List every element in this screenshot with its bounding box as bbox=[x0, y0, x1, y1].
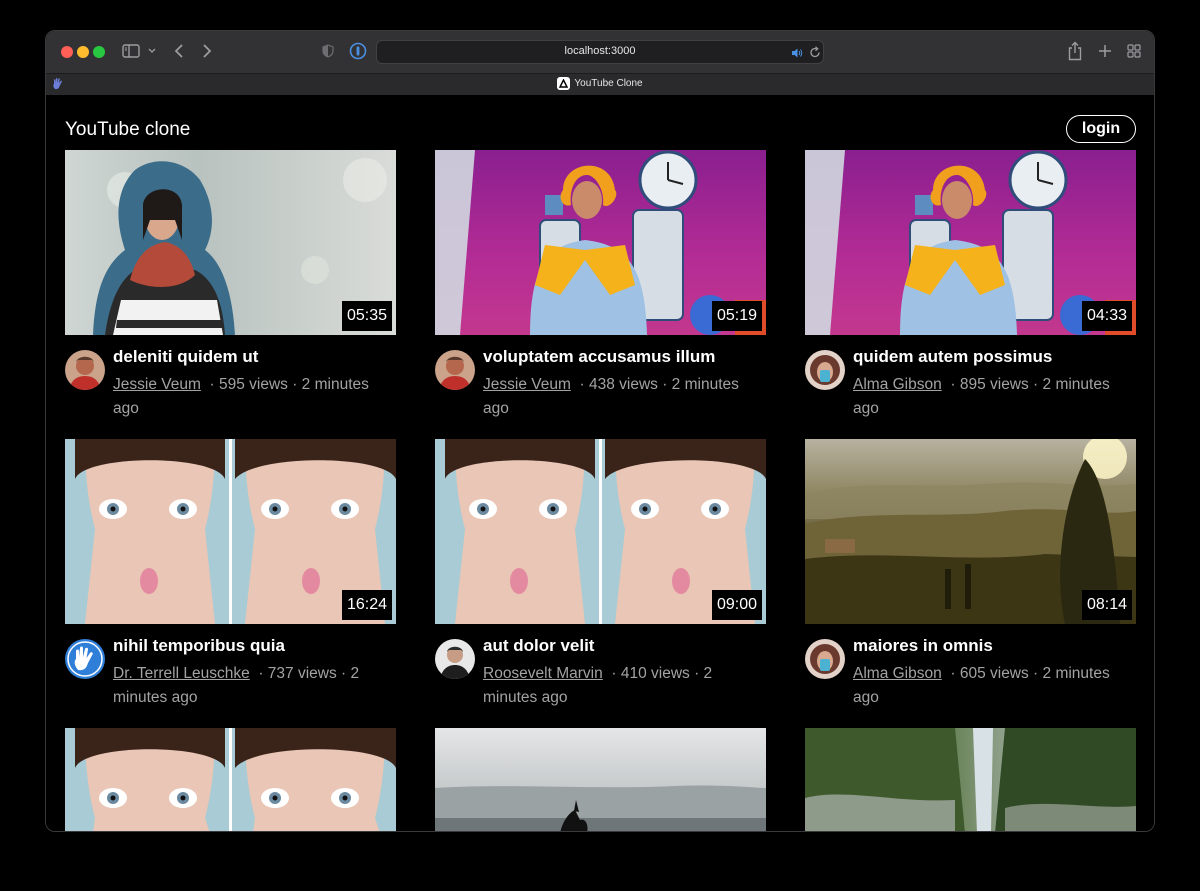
login-button[interactable]: login bbox=[1066, 115, 1136, 143]
channel-avatar[interactable] bbox=[805, 350, 845, 390]
video-card[interactable] bbox=[435, 728, 766, 831]
minimize-window-button[interactable] bbox=[77, 46, 89, 58]
video-meta: Jessie Veum · 438 views · 2 minutes ago bbox=[483, 373, 748, 421]
reload-icon[interactable] bbox=[809, 45, 821, 59]
video-meta: Roosevelt Marvin · 410 views · 2 minutes… bbox=[483, 662, 748, 710]
zoom-window-button[interactable] bbox=[93, 46, 105, 58]
channel-link[interactable]: Jessie Veum bbox=[483, 376, 571, 393]
video-card[interactable]: 08:14 maiores in omnis Alma Gibson · 605… bbox=[805, 439, 1136, 706]
video-title[interactable]: aut dolor velit bbox=[483, 636, 766, 656]
video-thumbnail[interactable]: 05:35 bbox=[65, 150, 396, 335]
video-title[interactable]: deleniti quidem ut bbox=[113, 347, 396, 367]
video-card[interactable]: 16:24 nihil temporibus quia Dr. Terrell … bbox=[65, 439, 396, 706]
video-thumbnail[interactable]: 05:19 bbox=[435, 150, 766, 335]
password-manager-icon[interactable] bbox=[349, 42, 367, 60]
address-bar[interactable]: localhost:3000 bbox=[376, 40, 824, 64]
channel-link[interactable]: Dr. Terrell Leuschke bbox=[113, 665, 250, 682]
share-icon[interactable] bbox=[1067, 40, 1083, 62]
active-tab[interactable]: YouTube Clone bbox=[46, 77, 1154, 90]
video-duration: 09:00 bbox=[711, 590, 762, 620]
video-thumbnail[interactable]: 04:33 bbox=[805, 150, 1136, 335]
channel-avatar[interactable] bbox=[805, 639, 845, 679]
video-meta: Dr. Terrell Leuschke · 737 views · 2 min… bbox=[113, 662, 378, 710]
video-duration: 05:19 bbox=[711, 301, 762, 331]
forward-arrow-icon[interactable] bbox=[200, 41, 214, 61]
url-text: localhost:3000 bbox=[564, 45, 636, 57]
video-thumbnail[interactable] bbox=[65, 728, 396, 831]
speaker-icon[interactable] bbox=[791, 46, 803, 58]
video-duration: 16:24 bbox=[341, 590, 392, 620]
sidebar-icon[interactable] bbox=[122, 44, 140, 58]
video-card[interactable]: 05:35 deleniti quidem ut Jessie Veum · 5… bbox=[65, 150, 396, 417]
video-meta: Alma Gibson · 895 views · 2 minutes ago bbox=[853, 373, 1118, 421]
browser-toolbar: localhost:3000 bbox=[46, 31, 1154, 73]
video-thumbnail[interactable]: 09:00 bbox=[435, 439, 766, 624]
tab-title: YouTube Clone bbox=[574, 78, 643, 89]
video-meta: Jessie Veum · 595 views · 2 minutes ago bbox=[113, 373, 378, 421]
channel-link[interactable]: Jessie Veum bbox=[113, 376, 201, 393]
video-card[interactable] bbox=[65, 728, 396, 831]
channel-avatar[interactable] bbox=[435, 639, 475, 679]
back-arrow-icon[interactable] bbox=[172, 41, 186, 61]
video-duration: 08:14 bbox=[1081, 590, 1132, 620]
video-meta: Alma Gibson · 605 views · 2 minutes ago bbox=[853, 662, 1118, 710]
video-title[interactable]: maiores in omnis bbox=[853, 636, 1136, 656]
video-card[interactable]: 05:19 voluptatem accusamus illum Jessie … bbox=[435, 150, 766, 417]
site-title[interactable]: YouTube clone bbox=[65, 119, 190, 141]
video-title[interactable]: voluptatem accusamus illum bbox=[483, 347, 766, 367]
video-thumbnail[interactable] bbox=[805, 728, 1136, 831]
video-thumbnail[interactable] bbox=[435, 728, 766, 831]
browser-window: localhost:3000 YouTube Clone YouTube clo… bbox=[45, 30, 1155, 832]
video-card[interactable] bbox=[805, 728, 1136, 831]
video-title[interactable]: quidem autem possimus bbox=[853, 347, 1136, 367]
site-favicon-icon bbox=[557, 77, 571, 90]
channel-link[interactable]: Alma Gibson bbox=[853, 376, 942, 393]
page-content: YouTube clone login 05:35 deleniti quide… bbox=[46, 95, 1154, 831]
tab-strip: YouTube Clone bbox=[46, 73, 1154, 97]
video-card[interactable]: 09:00 aut dolor velit Roosevelt Marvin ·… bbox=[435, 439, 766, 706]
new-tab-icon[interactable] bbox=[1096, 41, 1114, 61]
channel-avatar[interactable] bbox=[65, 350, 105, 390]
channel-avatar[interactable] bbox=[435, 350, 475, 390]
video-duration: 05:35 bbox=[341, 301, 392, 331]
channel-link[interactable]: Roosevelt Marvin bbox=[483, 665, 603, 682]
chevron-down-icon[interactable] bbox=[147, 45, 157, 57]
privacy-shield-icon[interactable] bbox=[321, 43, 335, 59]
video-card[interactable]: 04:33 quidem autem possimus Alma Gibson … bbox=[805, 150, 1136, 417]
channel-avatar[interactable] bbox=[65, 639, 105, 679]
video-thumbnail[interactable]: 08:14 bbox=[805, 439, 1136, 624]
channel-link[interactable]: Alma Gibson bbox=[853, 665, 942, 682]
video-duration: 04:33 bbox=[1081, 301, 1132, 331]
video-title[interactable]: nihil temporibus quia bbox=[113, 636, 396, 656]
tab-overview-icon[interactable] bbox=[1126, 43, 1142, 59]
video-thumbnail[interactable]: 16:24 bbox=[65, 439, 396, 624]
close-window-button[interactable] bbox=[61, 46, 73, 58]
